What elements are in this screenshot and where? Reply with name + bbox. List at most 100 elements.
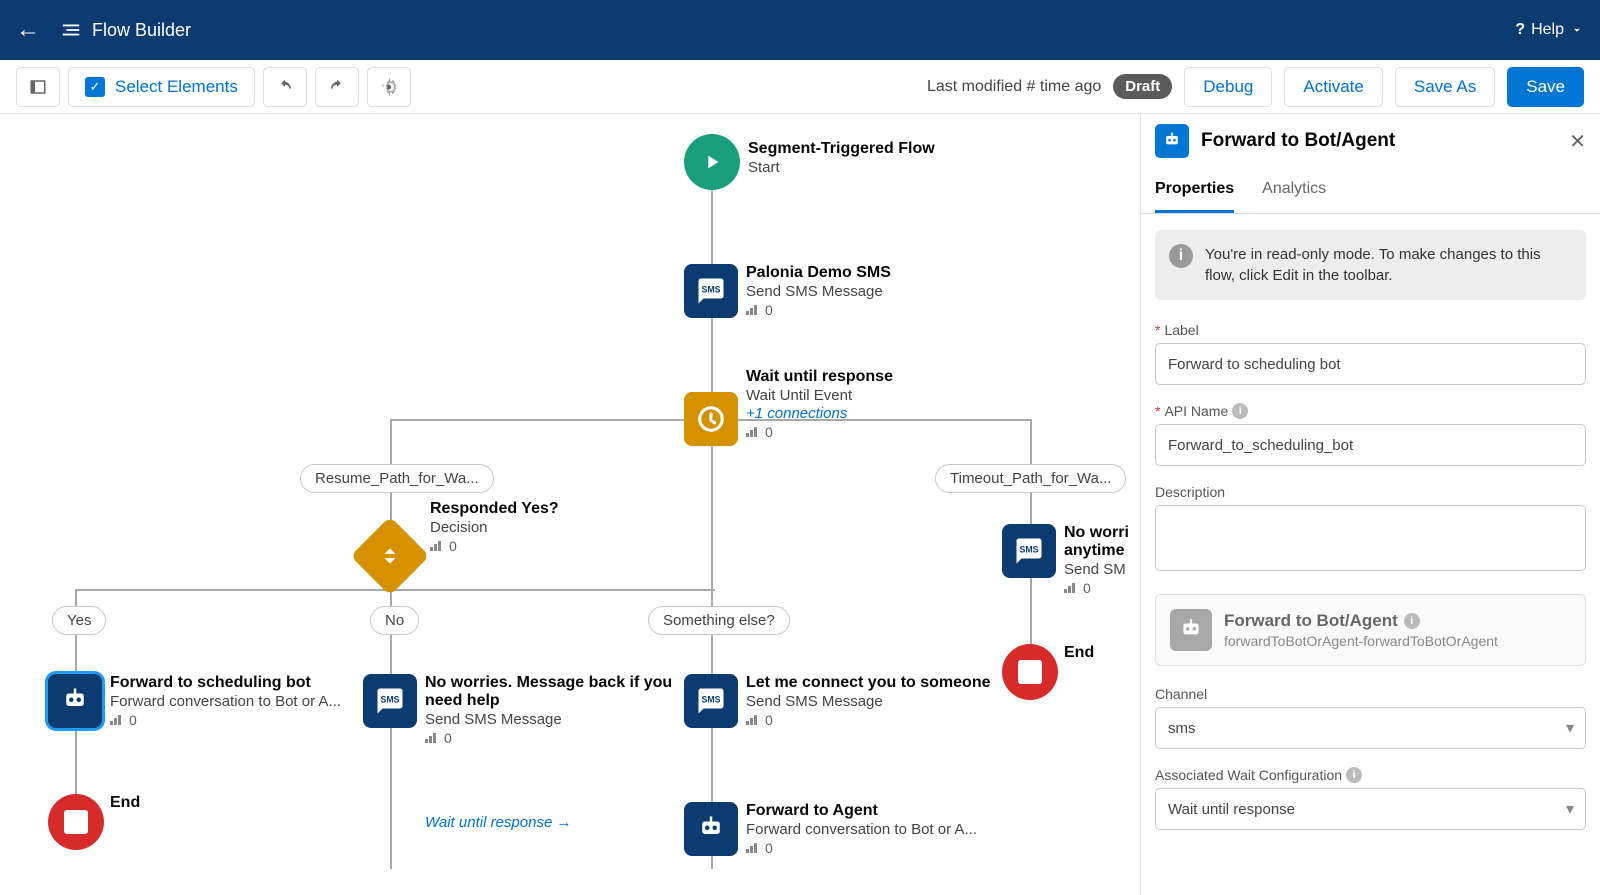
node-subtitle: Start bbox=[748, 159, 935, 176]
flow-logo-icon bbox=[60, 19, 82, 41]
flow-canvas[interactable]: Segment-Triggered Flow Start SMS Palonia… bbox=[0, 114, 1140, 895]
back-arrow[interactable]: ← bbox=[16, 16, 40, 44]
chart-icon bbox=[1064, 583, 1078, 593]
node-subtitle: Send SMS Message bbox=[746, 693, 990, 710]
info-icon: i bbox=[1169, 244, 1193, 268]
panel-body: i You're in read-only mode. To make chan… bbox=[1141, 214, 1600, 895]
status-badge: Draft bbox=[1113, 74, 1172, 99]
node-subtitle: Forward conversation to Bot or A... bbox=[746, 821, 977, 838]
clock-icon bbox=[684, 392, 738, 446]
settings-button[interactable] bbox=[367, 67, 411, 107]
bot-icon bbox=[1170, 609, 1212, 651]
sms-node-noworries-anytime[interactable]: SMS No worrianytime Send SM 0 bbox=[1002, 524, 1056, 578]
subcard-subtitle: forwardToBotOrAgent-forwardToBotOrAgent bbox=[1224, 633, 1498, 649]
bot-node-agent[interactable]: Forward to Agent Forward conversation to… bbox=[684, 802, 738, 856]
node-title: Forward to scheduling bot bbox=[110, 674, 341, 692]
help-button[interactable]: ? Help bbox=[1515, 21, 1584, 39]
panel-tabs: Properties Analytics bbox=[1141, 168, 1600, 214]
bot-icon bbox=[1155, 124, 1189, 158]
node-stat: 0 bbox=[765, 424, 773, 440]
readonly-message: You're in read-only mode. To make change… bbox=[1205, 244, 1572, 286]
channel-select[interactable] bbox=[1155, 707, 1586, 749]
node-title: Wait until response bbox=[746, 368, 893, 386]
node-stat: 0 bbox=[1083, 580, 1091, 596]
toolbar: ✓ Select Elements Last modified # time a… bbox=[0, 60, 1600, 114]
end-node-left[interactable]: End bbox=[48, 794, 104, 850]
node-stat: 0 bbox=[765, 712, 773, 728]
path-label-resume[interactable]: Resume_Path_for_Wa... bbox=[300, 464, 494, 493]
path-label-no[interactable]: No bbox=[370, 606, 419, 635]
chart-icon bbox=[430, 541, 444, 551]
last-modified-label: Last modified # time ago bbox=[927, 78, 1101, 96]
info-icon[interactable]: i bbox=[1404, 613, 1420, 629]
sms-node-connect[interactable]: SMS Let me connect you to someone Send S… bbox=[684, 674, 738, 728]
properties-panel: Forward to Bot/Agent ✕ Properties Analyt… bbox=[1140, 114, 1600, 895]
main-area: Segment-Triggered Flow Start SMS Palonia… bbox=[0, 114, 1600, 895]
debug-button[interactable]: Debug bbox=[1184, 67, 1272, 107]
node-title: Forward to Agent bbox=[746, 802, 977, 820]
tab-properties[interactable]: Properties bbox=[1155, 168, 1234, 213]
svg-text:SMS: SMS bbox=[381, 694, 400, 704]
node-subtitle: Wait Until Event bbox=[746, 387, 893, 404]
apiname-field-label: API Name bbox=[1164, 403, 1228, 419]
sidebar-toggle-button[interactable] bbox=[16, 67, 60, 107]
channel-field-label: Channel bbox=[1155, 686, 1207, 702]
info-icon[interactable]: i bbox=[1346, 767, 1362, 783]
gear-icon bbox=[380, 78, 398, 96]
apiname-input[interactable] bbox=[1155, 424, 1586, 466]
svg-text:SMS: SMS bbox=[702, 694, 721, 704]
node-subtitle: Decision bbox=[430, 519, 559, 536]
tab-analytics[interactable]: Analytics bbox=[1262, 168, 1326, 213]
description-textarea[interactable] bbox=[1155, 505, 1586, 571]
bot-node-scheduling[interactable]: Forward to scheduling bot Forward conver… bbox=[48, 674, 102, 728]
select-elements-label: Select Elements bbox=[115, 77, 238, 97]
select-elements-button[interactable]: ✓ Select Elements bbox=[68, 67, 255, 107]
node-stat: 0 bbox=[765, 840, 773, 856]
app-header: ← Flow Builder ? Help bbox=[0, 0, 1600, 60]
info-icon[interactable]: i bbox=[1232, 403, 1248, 419]
sms-icon: SMS bbox=[684, 674, 738, 728]
path-label-timeout[interactable]: Timeout_Path_for_Wa... bbox=[935, 464, 1126, 493]
chart-icon bbox=[746, 715, 760, 725]
close-icon[interactable]: ✕ bbox=[1569, 129, 1586, 154]
help-label: Help bbox=[1531, 21, 1564, 39]
save-as-button[interactable]: Save As bbox=[1395, 67, 1495, 107]
label-input[interactable] bbox=[1155, 343, 1586, 385]
node-title: Segment-Triggered Flow bbox=[748, 140, 935, 158]
waitconf-select[interactable] bbox=[1155, 788, 1586, 830]
undo-button[interactable] bbox=[263, 67, 307, 107]
path-label-yes[interactable]: Yes bbox=[52, 606, 106, 635]
start-node[interactable]: Segment-Triggered Flow Start bbox=[684, 134, 740, 190]
node-subtitle: Send SM bbox=[1064, 561, 1140, 578]
decision-node[interactable]: Responded Yes? Decision 0 bbox=[362, 528, 418, 584]
svg-text:SMS: SMS bbox=[1020, 544, 1039, 554]
label-field-label: Label bbox=[1164, 322, 1198, 338]
sms-node-noworries-help[interactable]: SMS No worries. Message back if you need… bbox=[363, 674, 417, 728]
path-label-else[interactable]: Something else? bbox=[648, 606, 790, 635]
save-button[interactable]: Save bbox=[1507, 67, 1584, 107]
node-subtitle: Send SMS Message bbox=[425, 711, 685, 728]
svg-text:SMS: SMS bbox=[702, 284, 721, 294]
wait-node[interactable]: Wait until response Wait Until Event +1 … bbox=[684, 392, 738, 446]
redo-button[interactable] bbox=[315, 67, 359, 107]
chart-icon bbox=[425, 733, 439, 743]
activate-button[interactable]: Activate bbox=[1284, 67, 1382, 107]
node-title: End bbox=[110, 794, 140, 812]
subcard-title: Forward to Bot/Agent bbox=[1224, 611, 1398, 631]
play-icon bbox=[684, 134, 740, 190]
node-title: Responded Yes? bbox=[430, 500, 559, 518]
panel-title: Forward to Bot/Agent bbox=[1201, 130, 1557, 152]
wait-until-response-link[interactable]: Wait until response → bbox=[425, 814, 571, 831]
chart-icon bbox=[746, 843, 760, 853]
node-connections-link[interactable]: +1 connections bbox=[746, 405, 893, 422]
app-title: Flow Builder bbox=[60, 19, 191, 41]
node-title: Palonia Demo SMS bbox=[746, 264, 891, 282]
node-title: No worries. Message back if you need hel… bbox=[425, 674, 685, 710]
node-subtitle: Forward conversation to Bot or A... bbox=[110, 693, 341, 710]
chart-icon bbox=[746, 427, 760, 437]
node-stat: 0 bbox=[129, 712, 137, 728]
end-node-right[interactable]: End bbox=[1002, 644, 1058, 700]
sms-icon: SMS bbox=[363, 674, 417, 728]
sms-node-palonia[interactable]: SMS Palonia Demo SMS Send SMS Message 0 bbox=[684, 264, 738, 318]
node-stat: 0 bbox=[765, 302, 773, 318]
